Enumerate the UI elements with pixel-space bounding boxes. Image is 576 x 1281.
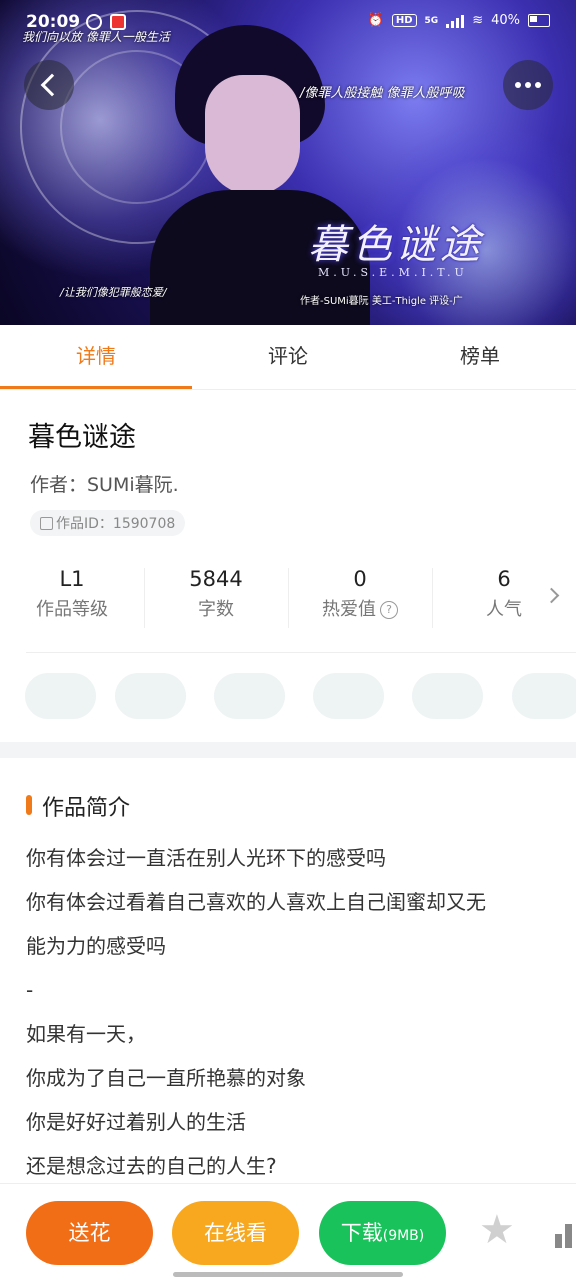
wifi-icon: ≋	[472, 13, 484, 28]
star-icon[interactable]: ★	[479, 1210, 515, 1250]
cover-portrait	[150, 20, 370, 325]
copy-icon	[40, 516, 53, 530]
signal-icon	[446, 14, 465, 28]
alarm-icon: ⏰	[367, 13, 384, 28]
status-bar: 20:09 ⏰ HD 5G ≋ 40%	[0, 0, 576, 44]
intro-heading: 作品简介	[42, 796, 131, 821]
work-title: 暮色谜途	[28, 422, 136, 453]
app-notification-icon	[110, 14, 126, 30]
intro-line: 你是好好过着别人的生活	[26, 1110, 246, 1134]
tag-list	[25, 673, 576, 719]
network-label: 5G	[424, 15, 439, 26]
work-id-badge[interactable]: 作品ID：1590708	[30, 510, 186, 536]
intro-line: 你成为了自己一直所艳慕的对象	[26, 1066, 306, 1090]
stat-word-count: 5844 字数	[189, 567, 243, 620]
intro-line: 如果有一天，	[26, 1022, 146, 1046]
work-id-label: 作品ID：1590708	[56, 516, 176, 532]
tab-bar: 详情 评论 榜单	[0, 325, 576, 390]
back-button[interactable]	[24, 60, 74, 110]
stat-level: L1 作品等级	[36, 567, 108, 620]
cover-caption: /让我们像犯罪般恋爱/	[60, 286, 167, 299]
work-author[interactable]: 作者：SUMi暮阮.	[30, 470, 179, 497]
battery-percent: 40%	[491, 13, 520, 28]
tag-chip[interactable]	[313, 673, 384, 719]
more-dots-icon	[515, 82, 541, 88]
tab-details[interactable]: 详情	[0, 325, 192, 389]
tag-chip[interactable]	[25, 673, 96, 719]
stat-love-value: 0 热爱值?	[288, 562, 432, 624]
tag-chip[interactable]	[412, 673, 483, 719]
tag-chip[interactable]	[214, 673, 285, 719]
home-indicator	[173, 1272, 403, 1277]
chevron-left-icon	[40, 73, 64, 97]
intro-line: 你有体会过一直活在别人光环下的感受吗	[26, 846, 386, 870]
cover-credit: 作者-SUMi暮阮 美工-Thigle 评设-广	[300, 296, 463, 307]
bar-chart-icon[interactable]	[555, 1218, 576, 1248]
intro-line: 还是想念过去的自己的人生?	[26, 1154, 277, 1178]
status-time: 20:09	[26, 12, 81, 32]
stats-row[interactable]: L1 作品等级 5844 字数 0 热爱值? 6 人气	[0, 562, 576, 634]
cover-art-title: 暮色谜途	[308, 222, 484, 268]
read-online-button[interactable]: 在线看	[172, 1201, 299, 1265]
intro-line: 你有体会过看着自己喜欢的人喜欢上自己闺蜜却又无	[26, 890, 486, 914]
section-accent-bar	[26, 795, 32, 815]
intro-text: 你有体会过一直活在别人光环下的感受吗 你有体会过看着自己喜欢的人喜欢上自己闺蜜却…	[26, 836, 551, 1188]
section-gap	[0, 742, 576, 758]
more-options-button[interactable]	[503, 60, 553, 110]
cover-banner: 我们向以放 像罪人一般生活 /像罪人般接触 像罪人般呼吸 /让我们像犯罪般恋爱/…	[0, 0, 576, 325]
download-button[interactable]: 下载(9MB)	[319, 1201, 446, 1265]
tag-chip[interactable]	[512, 673, 576, 719]
divider	[26, 652, 576, 653]
intro-line: -	[26, 978, 34, 1002]
tag-chip[interactable]	[115, 673, 186, 719]
hd-icon: HD	[391, 14, 417, 27]
cover-art-subtitle: M.U.S.E.M.I.T.U	[318, 266, 468, 279]
cover-caption: /像罪人般接触 像罪人般呼吸	[300, 86, 465, 101]
intro-line: 能为力的感受吗	[26, 934, 166, 958]
tab-comments[interactable]: 评论	[192, 325, 384, 389]
help-icon[interactable]: ?	[380, 601, 398, 619]
app-notification-icon	[86, 14, 102, 30]
send-flower-button[interactable]: 送花	[26, 1201, 153, 1265]
tab-rankings[interactable]: 榜单	[384, 325, 576, 389]
battery-icon	[528, 14, 550, 27]
